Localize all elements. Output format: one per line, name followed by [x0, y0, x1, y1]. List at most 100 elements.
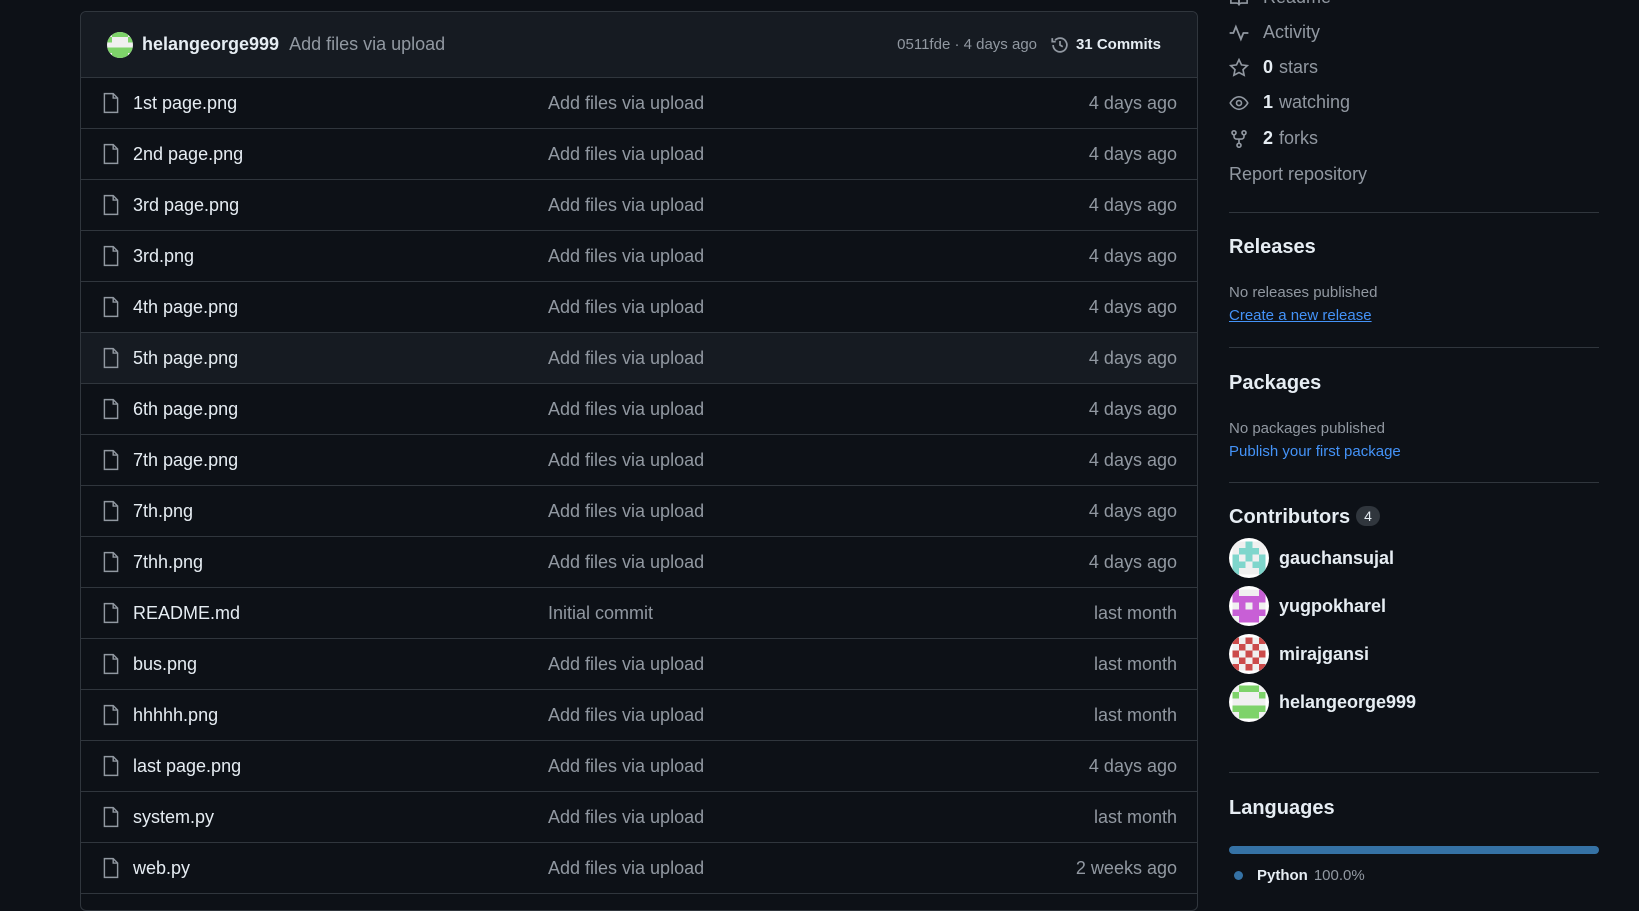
author-avatar[interactable]	[107, 31, 133, 58]
file-row[interactable]: 1st page.png Add files via upload 4 days a…	[81, 78, 1197, 129]
file-name-link[interactable]: 3rd.png	[133, 246, 194, 267]
file-row[interactable]: 7th.png Add files via upload 4 days ago	[81, 486, 1197, 537]
commits-count-label: 31 Commits	[1075, 36, 1161, 53]
file-name-link[interactable]: 7th.png	[133, 501, 193, 522]
contributor-avatar[interactable]	[1229, 682, 1269, 722]
contributor-item[interactable]: helangeorge999	[1229, 682, 1416, 722]
commits-history-link[interactable]: 31 Commits	[1050, 35, 1161, 55]
file-name-link[interactable]: bus.png	[133, 654, 197, 675]
contributors-count-badge: 4	[1356, 506, 1380, 526]
star-icon	[1229, 57, 1249, 77]
language-item-python[interactable]: Python 100.0%	[1234, 867, 1365, 884]
file-name-link[interactable]: README.md	[133, 603, 240, 624]
file-commit-message-link[interactable]: Initial commit	[548, 603, 653, 624]
file-commit-message-link[interactable]: Add files via upload	[548, 858, 704, 879]
file-commit-message-link[interactable]: Add files via upload	[548, 246, 704, 267]
packages-empty-text: No packages published	[1229, 420, 1385, 437]
contributor-item[interactable]: mirajgansi	[1229, 634, 1369, 674]
history-icon	[1051, 36, 1068, 53]
file-commit-message-link[interactable]: Add files via upload	[548, 450, 704, 471]
file-icon	[102, 92, 120, 119]
file-name-link[interactable]: 6th page.png	[133, 399, 238, 420]
forks-link[interactable]: 2 forks	[1229, 128, 1318, 149]
stars-count: 0	[1263, 57, 1274, 77]
file-commit-message-link[interactable]: Add files via upload	[548, 654, 704, 675]
file-row[interactable]: 7thh.png Add files via upload 4 days ago	[81, 537, 1197, 588]
contributor-item[interactable]: yugpokharel	[1229, 586, 1386, 626]
file-commit-message-link[interactable]: Add files via upload	[548, 501, 704, 522]
file-name-link[interactable]: hhhhh.png	[133, 705, 218, 726]
contributor-name[interactable]: gauchansujal	[1279, 548, 1394, 569]
file-commit-date: 4 days ago	[1088, 245, 1177, 266]
activity-link[interactable]: Activity	[1229, 22, 1320, 43]
forks-count: 2	[1263, 128, 1274, 148]
file-row[interactable]: 3rd page.png Add files via upload 4 days a…	[81, 180, 1197, 231]
file-row[interactable]: 4th page.png Add files via upload 4 days a…	[81, 282, 1197, 333]
file-commit-message-link[interactable]: Add files via upload	[548, 756, 704, 777]
file-row[interactable]: last page.png Add files via upload 4 days …	[81, 741, 1197, 792]
publish-package-link[interactable]: Publish your first package	[1229, 443, 1401, 460]
file-row[interactable]: README.md Initial commit last month	[81, 588, 1197, 639]
contributor-avatar[interactable]	[1229, 586, 1269, 626]
file-name-link[interactable]: system.py	[133, 807, 214, 828]
watching-count: 1	[1263, 92, 1274, 112]
file-row[interactable]: 3rd.png Add files via upload 4 days ago	[81, 231, 1197, 282]
file-commit-message-link[interactable]: Add files via upload	[548, 195, 704, 216]
file-row[interactable]: 5th page.png Add files via upload 4 days a…	[81, 333, 1197, 384]
contributors-heading[interactable]: Contributors 4	[1229, 506, 1380, 529]
contributor-avatar[interactable]	[1229, 538, 1269, 578]
report-repository-link[interactable]: Report repository	[1229, 164, 1367, 185]
file-row[interactable]: system.py Add files via upload last month	[81, 792, 1197, 843]
file-name-link[interactable]: web.py	[133, 858, 190, 879]
file-name-link[interactable]: 2nd page.png	[133, 144, 243, 165]
file-name-link[interactable]: 1st page.png	[133, 93, 237, 114]
file-commit-message-link[interactable]: Add files via upload	[548, 807, 704, 828]
file-name-link[interactable]: last page.png	[133, 756, 241, 777]
stars-link[interactable]: 0 stars	[1229, 57, 1318, 78]
packages-heading[interactable]: Packages	[1229, 372, 1321, 395]
create-release-link[interactable]: Create a new release	[1229, 307, 1372, 324]
file-name-link[interactable]: 4th page.png	[133, 297, 238, 318]
file-commit-message-link[interactable]: Add files via upload	[548, 552, 704, 573]
file-commit-message-link[interactable]: Add files via upload	[548, 348, 704, 369]
readme-link[interactable]: Readme	[1229, 0, 1331, 8]
file-icon	[102, 143, 120, 170]
file-icon	[102, 857, 120, 884]
file-row[interactable]: bus.png Add files via upload last month	[81, 639, 1197, 690]
file-row[interactable]: 7th page.png Add files via upload 4 days a…	[81, 435, 1197, 486]
fork-icon	[1231, 129, 1247, 148]
file-icon	[102, 602, 120, 629]
file-name-link[interactable]: 7th page.png	[133, 450, 238, 471]
commit-message-link[interactable]: Add files via upload	[289, 34, 445, 55]
activity-label: Activity	[1263, 22, 1321, 42]
file-row[interactable]: 2nd page.png Add files via upload 4 days a…	[81, 129, 1197, 180]
file-name-link[interactable]: 7thh.png	[133, 552, 203, 573]
contributor-name[interactable]: yugpokharel	[1279, 596, 1386, 617]
report-label: Report repository	[1229, 164, 1368, 184]
file-row[interactable]: 6th page.png Add files via upload 4 days a…	[81, 384, 1197, 435]
file-row[interactable]: hhhhh.png Add files via upload last month	[81, 690, 1197, 741]
contributor-name[interactable]: mirajgansi	[1279, 644, 1369, 665]
file-commit-message-link[interactable]: Add files via upload	[548, 297, 704, 318]
file-icon	[102, 806, 120, 833]
file-icon	[102, 194, 120, 221]
file-name-link[interactable]: 3rd page.png	[133, 195, 239, 216]
contributor-name[interactable]: helangeorge999	[1279, 692, 1416, 713]
file-row[interactable]: web.py Add files via upload 2 weeks ago	[81, 843, 1197, 894]
language-percent: 100.0%	[1313, 867, 1365, 884]
languages-heading: Languages	[1229, 797, 1335, 819]
file-icon	[102, 449, 120, 476]
contributor-avatar[interactable]	[1229, 634, 1269, 674]
file-name-link[interactable]: 5th page.png	[133, 348, 238, 369]
contributor-item[interactable]: gauchansujal	[1229, 538, 1394, 578]
file-commit-message-link[interactable]: Add files via upload	[548, 144, 704, 165]
file-commit-date: 4 days ago	[1088, 500, 1177, 521]
file-commit-message-link[interactable]: Add files via upload	[548, 93, 704, 114]
file-commit-date: last month	[1093, 653, 1177, 674]
file-commit-message-link[interactable]: Add files via upload	[548, 399, 704, 420]
commit-hash-date[interactable]: 0511fde · 4 days ago	[897, 36, 1037, 53]
releases-heading[interactable]: Releases	[1229, 236, 1316, 259]
watchers-link[interactable]: 1 watching	[1229, 92, 1350, 113]
file-commit-message-link[interactable]: Add files via upload	[548, 705, 704, 726]
commit-author-link[interactable]: helangeorge999	[142, 34, 279, 55]
